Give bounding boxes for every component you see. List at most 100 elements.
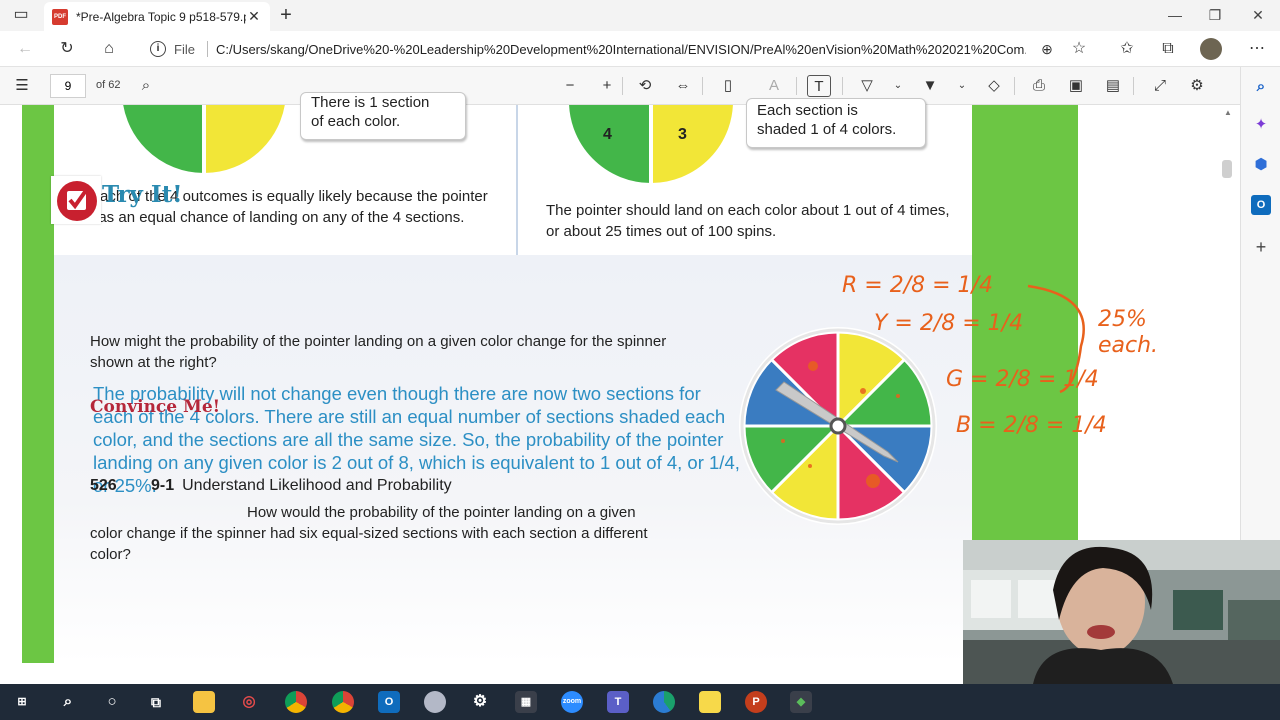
- column-divider: [516, 105, 518, 255]
- zoom-icon[interactable]: ⊕: [1034, 37, 1060, 61]
- favorite-star-icon[interactable]: ☆: [1066, 37, 1092, 61]
- info-icon[interactable]: i: [150, 41, 166, 57]
- url-separator: [206, 41, 208, 57]
- fit-page-icon[interactable]: ⇔: [671, 75, 695, 97]
- windows-icon[interactable]: ⊞: [11, 691, 33, 713]
- toolbar-divider: [796, 77, 797, 95]
- back-arrow-icon[interactable]: ←: [12, 37, 38, 61]
- new-tab-button[interactable]: +: [273, 3, 299, 27]
- collections-icon[interactable]: ⧉: [1155, 37, 1181, 61]
- tab-close-icon[interactable]: ✕: [246, 8, 262, 25]
- spinner-4-sections-left: [119, 105, 289, 177]
- toolbar-divider: [1014, 77, 1015, 95]
- webcam-image: [963, 540, 1280, 684]
- contents-icon[interactable]: ☰: [10, 75, 34, 97]
- eraser-icon[interactable]: ◇: [982, 75, 1006, 97]
- outlook-icon[interactable]: O: [1251, 195, 1271, 215]
- zoom-in-icon[interactable]: +: [595, 75, 619, 97]
- address-bar-row: ← ↻ ⌂ i File C:/Users/skang/OneDrive%20-…: [0, 31, 1280, 67]
- close-window-button[interactable]: ✕: [1238, 4, 1278, 26]
- page-count: of 62: [96, 79, 121, 91]
- annotation-red-line: R = 2/8 = 1/4: [842, 273, 993, 298]
- try-it-icon-box: [51, 176, 101, 224]
- land-each-color-text: The pointer should land on each color ab…: [546, 202, 950, 240]
- geogebra-icon[interactable]: ◆: [790, 691, 812, 713]
- print-icon[interactable]: ⎙: [1027, 75, 1051, 97]
- more-menu-icon[interactable]: ⋯: [1244, 37, 1270, 61]
- lesson-number: 9-1: [151, 477, 175, 494]
- copilot-icon[interactable]: ✦: [1251, 115, 1271, 135]
- callout-shaded-colors: Each section is shaded 1 of 4 colors.: [746, 98, 926, 148]
- office-icon[interactable]: ⬢: [1251, 155, 1271, 175]
- webcam-feed: [963, 540, 1280, 684]
- tab-bar: ▭ PDF *Pre-Algebra Topic 9 p518-579.p ✕ …: [0, 0, 1280, 31]
- page-number: 526: [90, 477, 117, 494]
- zoom-out-icon[interactable]: −: [558, 75, 582, 97]
- outlook-icon[interactable]: O: [378, 691, 400, 713]
- tab-actions-icon[interactable]: ▭: [8, 3, 34, 27]
- spinner-label-3: 3: [678, 126, 687, 143]
- search-icon[interactable]: ⌕: [57, 691, 79, 713]
- windows-taskbar: ⊞ ⌕ ○ ⧉ ◎ O ⚙ ▦ zoom T P ◆: [0, 684, 1280, 720]
- page-green-band-left: [22, 105, 54, 663]
- read-aloud-icon[interactable]: A: [762, 75, 786, 97]
- file-explorer-icon[interactable]: [193, 691, 215, 713]
- callout-text: There is 1 section of each color.: [311, 94, 430, 130]
- refresh-icon[interactable]: ↻: [54, 37, 80, 61]
- search-icon[interactable]: ⌕: [1251, 77, 1271, 97]
- save-icon[interactable]: ▣: [1064, 75, 1088, 97]
- annotation-percent: 25%: [1098, 307, 1147, 332]
- scrollbar-thumb[interactable]: [1222, 160, 1232, 178]
- cortana-icon[interactable]: ○: [101, 691, 123, 713]
- convince-me-question: How would the probability of the pointer…: [90, 504, 648, 563]
- toolbar-divider: [622, 77, 623, 95]
- snip-icon[interactable]: [424, 691, 446, 713]
- task-view-icon[interactable]: ⧉: [145, 691, 167, 713]
- url-text[interactable]: C:/Users/skang/OneDrive%20-%20Leadership…: [216, 42, 1026, 57]
- toolbar-divider: [1133, 77, 1134, 95]
- teams-icon[interactable]: T: [607, 691, 629, 713]
- callout-one-section-each: There is 1 section of each color.: [300, 92, 466, 140]
- rotate-icon[interactable]: ⟲: [633, 75, 657, 97]
- save-as-icon[interactable]: ▤: [1101, 75, 1125, 97]
- browser-tab[interactable]: PDF *Pre-Algebra Topic 9 p518-579.p ✕: [44, 2, 270, 31]
- spinner-label-4: 4: [603, 126, 612, 143]
- scroll-up-icon[interactable]: ▲: [1222, 108, 1234, 117]
- toolbar-divider: [842, 77, 843, 95]
- avatar[interactable]: [1198, 37, 1224, 61]
- lesson-footer: 9-1 Understand Likelihood and Probability: [151, 477, 452, 495]
- restore-button[interactable]: ❐: [1195, 4, 1235, 26]
- url-field[interactable]: i File C:/Users/skang/OneDrive%20-%20Lea…: [138, 35, 1098, 63]
- file-scheme-label: File: [174, 41, 195, 57]
- try-it-question: How might the probability of the pointer…: [90, 333, 667, 371]
- spinner-4-sections-right: [565, 105, 737, 188]
- sticky-notes-icon[interactable]: [699, 691, 721, 713]
- pdf-toolbar: ☰ 9 of 62 ⌕ − + ⟲ ⇔ ▯ A T ▽ ⌄ ▼ ⌄ ◇ ⎙ ▣ …: [0, 67, 1240, 105]
- minimize-button[interactable]: —: [1155, 4, 1195, 26]
- chrome-profile-icon[interactable]: [332, 691, 354, 713]
- highlight-options-chevron-icon[interactable]: ⌄: [950, 75, 974, 97]
- edge-icon[interactable]: [653, 691, 675, 713]
- convince-me-title: Convince Me!: [90, 397, 221, 417]
- calculator-icon[interactable]: ▦: [515, 691, 537, 713]
- checkmark-icon: [57, 181, 97, 221]
- draw-options-chevron-icon[interactable]: ⌄: [886, 75, 910, 97]
- powerpoint-icon[interactable]: P: [745, 691, 767, 713]
- settings-gear-icon[interactable]: ⚙: [1185, 75, 1209, 97]
- highlight-icon[interactable]: ▼: [918, 75, 942, 97]
- add-icon[interactable]: +: [1251, 237, 1271, 257]
- fullscreen-icon[interactable]: ⤢: [1148, 75, 1172, 97]
- draw-icon[interactable]: ▽: [855, 75, 879, 97]
- text-icon[interactable]: T: [807, 75, 831, 97]
- page-number-input[interactable]: 9: [50, 74, 86, 98]
- settings-icon[interactable]: ⚙: [469, 691, 491, 713]
- favorites-icon[interactable]: ✩: [1114, 37, 1140, 61]
- try-it-title: Try It!: [102, 181, 183, 208]
- feedback-icon[interactable]: ◎: [238, 691, 260, 713]
- chrome-icon[interactable]: [285, 691, 307, 713]
- zoom-icon[interactable]: zoom: [561, 691, 583, 713]
- find-icon[interactable]: ⌕: [134, 75, 158, 97]
- toolbar-divider: [702, 77, 703, 95]
- home-icon[interactable]: ⌂: [96, 37, 122, 61]
- page-view-icon[interactable]: ▯: [716, 75, 740, 97]
